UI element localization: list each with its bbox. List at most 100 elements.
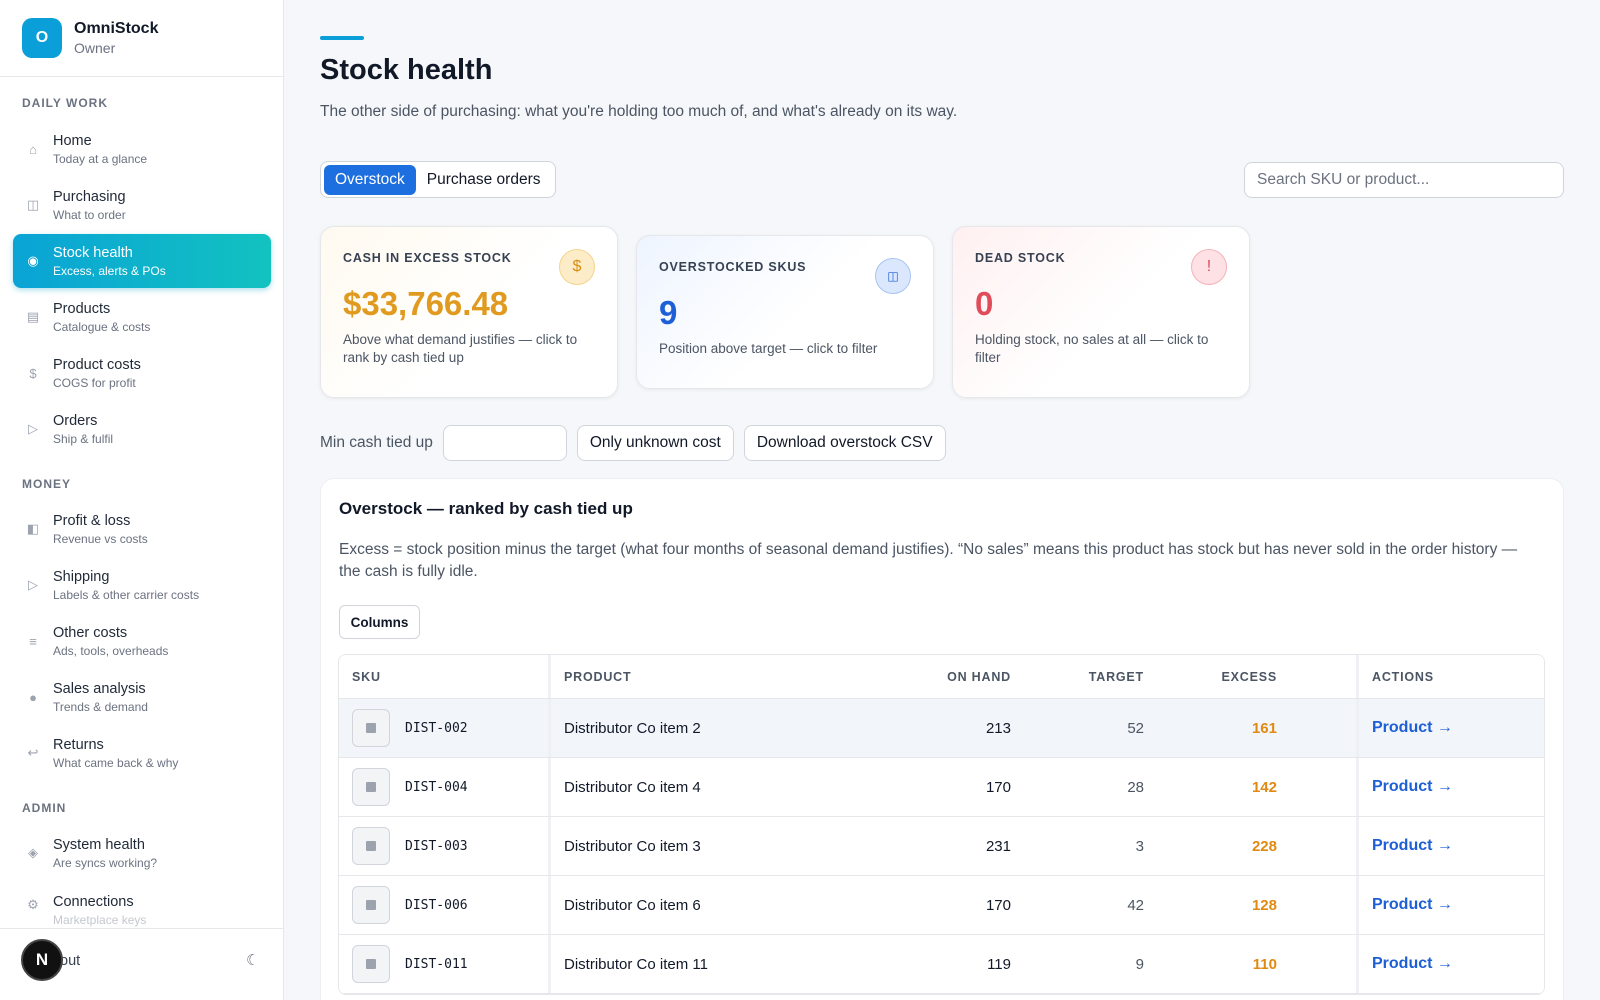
on-hand-cell: 231 [985, 837, 1011, 855]
header-target[interactable]: TARGET [1011, 670, 1144, 684]
columns-icon: ◫ [875, 258, 911, 294]
diamond-icon: ◈ [28, 845, 38, 860]
product-thumbnail [352, 827, 390, 865]
sidebar-item-system-health[interactable]: ◈ System health Are syncs working? [13, 826, 271, 880]
nav-sublabel: Are syncs working? [53, 855, 158, 870]
tab-purchase-orders[interactable]: Purchase orders [416, 165, 552, 195]
sidebar-item-home[interactable]: ⌂ Home Today at a glance [13, 122, 271, 176]
table-row[interactable]: DIST-002 Distributor Co item 2 213 52 16… [339, 699, 1544, 758]
search-input[interactable] [1244, 162, 1564, 198]
section-daily-work: DAILY WORK [22, 96, 109, 110]
half-square-icon: ◧ [26, 521, 40, 536]
excess-cell: 142 [1251, 778, 1277, 796]
dead-stock-card[interactable]: DEAD STOCK ! 0 Holding stock, no sales a… [952, 226, 1250, 398]
product-thumbnail [352, 768, 390, 806]
sidebar-item-purchasing[interactable]: ◫ Purchasing What to order [13, 178, 271, 232]
nav-label: Sales analysis [53, 680, 146, 697]
product-link[interactable]: Product → [1372, 955, 1453, 972]
avatar[interactable]: N [21, 939, 63, 981]
sidebar-item-products[interactable]: ▤ Products Catalogue & costs [13, 290, 271, 344]
header-actions: ACTIONS [1372, 669, 1434, 684]
unknown-cost-toggle[interactable]: Only unknown cost [576, 425, 734, 461]
sidebar-item-stock-health[interactable]: ◉ Stock health Excess, alerts & POs [13, 234, 271, 288]
target-cell: 52 [1127, 719, 1144, 737]
tab-overstock[interactable]: Overstock [324, 164, 416, 195]
panel-description: Excess = stock position minus the target… [339, 541, 1518, 580]
nav-label: Connections [53, 894, 134, 910]
table-row[interactable]: DIST-003 Distributor Co item 3 231 3 228… [339, 817, 1544, 876]
on-hand-cell: 213 [985, 719, 1011, 737]
sidebar: O OmniStock Owner DAILY WORK ⌂ Home Today… [0, 0, 284, 1000]
nav-sublabel: Marketplace keys [53, 913, 147, 927]
table-row[interactable]: DIST-006 Distributor Co item 6 170 42 12… [339, 876, 1544, 935]
nav-label: Stock health [53, 244, 133, 261]
columns-button[interactable]: Columns [339, 605, 420, 639]
target-cell: 42 [1127, 896, 1144, 914]
nav-sublabel: Trends & demand [53, 699, 148, 714]
list-icon: ≡ [29, 633, 37, 649]
overstocked-skus-card[interactable]: OVERSTOCKED SKUS ◫ 9 Position above targ… [636, 235, 934, 389]
nav-sublabel: What came back & why [53, 755, 179, 770]
on-hand-cell: 119 [987, 955, 1011, 973]
home-icon: ⌂ [29, 141, 37, 157]
column-divider [1277, 655, 1359, 698]
nav-label: Returns [53, 736, 104, 753]
product-link[interactable]: Product → [1372, 719, 1453, 736]
target-cell: 9 [1135, 955, 1144, 973]
sidebar-item-profit-loss[interactable]: ◧ Profit & loss Revenue vs costs [13, 502, 271, 556]
page-subtitle: The other side of purchasing: what you'r… [320, 103, 958, 120]
nav-label: Product costs [53, 356, 141, 373]
nav-sublabel: Excess, alerts & POs [53, 263, 166, 278]
on-hand-cell: 170 [985, 778, 1011, 796]
cash-excess-card[interactable]: CASH IN EXCESS STOCK $ $33,766.48 Above … [320, 226, 618, 398]
header-sku[interactable]: SKU [339, 655, 551, 698]
nav-sublabel: Ads, tools, overheads [53, 643, 169, 658]
column-divider [1277, 817, 1359, 875]
sku-cell: DIST-011 [405, 956, 468, 972]
sidebar-item-other-costs[interactable]: ≡ Other costs Ads, tools, overheads [13, 614, 271, 668]
table-row[interactable]: DIST-011 Distributor Co item 11 119 9 11… [339, 935, 1544, 994]
nav-sublabel: COGS for profit [53, 375, 136, 390]
header-excess[interactable]: EXCESS [1144, 670, 1277, 684]
card-value: 9 [659, 294, 678, 331]
header-on-hand[interactable]: ON HAND [878, 670, 1011, 684]
sidebar-item-product-costs[interactable]: $ Product costs COGS for profit [13, 346, 271, 400]
nav-sublabel: Revenue vs costs [53, 531, 148, 546]
sidebar-item-shipping[interactable]: ▷ Shipping Labels & other carrier costs [13, 558, 271, 612]
table-row[interactable]: DIST-004 Distributor Co item 4 170 28 14… [339, 758, 1544, 817]
on-hand-cell: 170 [985, 896, 1011, 914]
column-divider [1277, 699, 1359, 757]
logout-link[interactable]: out [60, 953, 80, 969]
nav-label: Purchasing [53, 188, 126, 205]
sku-cell: DIST-002 [405, 720, 468, 736]
excess-cell: 228 [1251, 837, 1277, 855]
sidebar-item-connections[interactable]: ⚙ Connections Marketplace keys [13, 882, 271, 928]
product-link[interactable]: Product → [1372, 896, 1453, 913]
nav-label: Products [53, 300, 111, 317]
nav-label: Home [53, 132, 92, 149]
product-thumbnail [352, 886, 390, 924]
card-title: OVERSTOCKED SKUS [659, 260, 807, 274]
excess-cell: 110 [1252, 955, 1277, 973]
nav-sublabel: Ship & fulfil [53, 431, 114, 446]
product-link[interactable]: Product → [1372, 778, 1453, 795]
card-value: $33,766.48 [343, 285, 509, 322]
min-cash-input[interactable] [442, 425, 567, 461]
download-csv-button[interactable]: Download overstock CSV [743, 425, 946, 461]
sidebar-footer: out N ☾ [0, 928, 284, 1000]
header-product[interactable]: PRODUCT [551, 655, 878, 698]
table-header: SKU PRODUCT ON HAND TARGET EXCESS ACTION… [339, 655, 1544, 699]
nav-label: Orders [53, 412, 98, 429]
product-link[interactable]: Product → [1372, 837, 1453, 854]
card-description: Above what demand justifies — click to r… [343, 332, 578, 365]
product-cell: Distributor Co item 6 [564, 896, 701, 914]
filter-bar: Min cash tied up Only unknown cost Downl… [320, 425, 956, 461]
theme-toggle-icon[interactable]: ☾ [246, 951, 259, 969]
overstock-panel: Overstock — ranked by cash tied up Exces… [320, 478, 1564, 1000]
sidebar-item-sales-analysis[interactable]: ● Sales analysis Trends & demand [13, 670, 271, 724]
section-admin: ADMIN [22, 801, 67, 815]
card-description: Position above target — click to filter [659, 341, 878, 356]
sidebar-item-returns[interactable]: ↩ Returns What came back & why [13, 726, 271, 780]
excess-cell: 128 [1251, 896, 1277, 914]
sidebar-item-orders[interactable]: ▷ Orders Ship & fulfil [13, 402, 271, 456]
